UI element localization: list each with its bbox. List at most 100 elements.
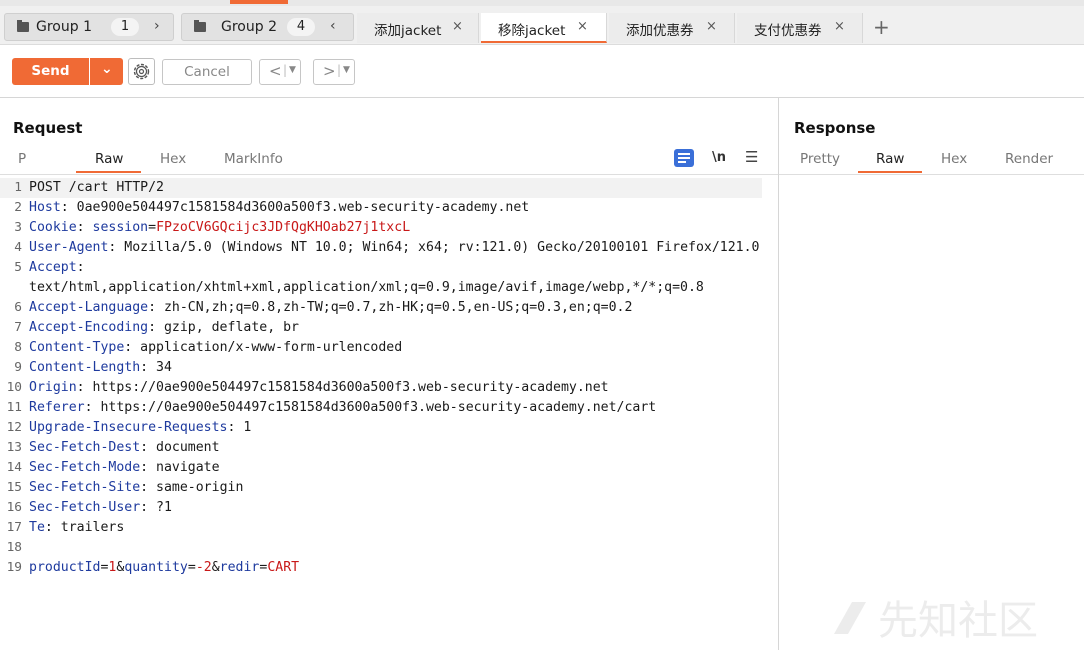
- group-label: Group 1: [36, 19, 92, 35]
- history-forward-button[interactable]: > | ▼: [313, 59, 355, 85]
- divider: [779, 174, 1084, 175]
- header-value: text/html,application/xhtml+xml,applicat…: [29, 280, 704, 295]
- top-accent-marker: [230, 0, 288, 4]
- watermark-text: 先知社区: [878, 598, 1038, 644]
- tab-hex[interactable]: Hex: [941, 151, 967, 167]
- body-param-value: 1: [108, 560, 117, 575]
- header-name: Sec-Fetch-Dest: [29, 440, 141, 455]
- editor-line: 12 Upgrade-Insecure-Requests: 1: [0, 418, 762, 438]
- close-icon[interactable]: ×: [577, 19, 588, 34]
- line-number: 7: [14, 320, 22, 335]
- header-name: Accept: [29, 260, 77, 275]
- tab-markinfo[interactable]: MarkInfo: [224, 151, 283, 167]
- header-value: Mozilla/5.0 (Windows NT 10.0; Win64; x64…: [124, 240, 760, 255]
- newline-toggle-icon[interactable]: \n: [712, 150, 726, 165]
- editor-line: 16 Sec-Fetch-User: ?1: [0, 498, 762, 518]
- line-number: 2: [14, 200, 22, 215]
- header-name: Sec-Fetch-User: [29, 500, 141, 515]
- line-number: 12: [6, 420, 22, 435]
- body-param-value: -2: [195, 560, 212, 575]
- header-name: Origin: [29, 380, 77, 395]
- request-editor[interactable]: 1 POST /cart HTTP/2 2 Host: 0ae900e50449…: [0, 178, 762, 578]
- tab-raw[interactable]: Raw: [876, 151, 904, 167]
- line-number: 13: [6, 440, 22, 455]
- editor-line: 14 Sec-Fetch-Mode: navigate: [0, 458, 762, 478]
- line-number: 17: [6, 520, 22, 535]
- send-options-button[interactable]: ⌄: [90, 58, 123, 85]
- editor-line: 19 productId=1&quantity=-2&redir=CART: [0, 558, 762, 578]
- editor-line: 17 Te: trailers: [0, 518, 762, 538]
- close-icon[interactable]: ×: [834, 19, 845, 34]
- editor-line: 2 Host: 0ae900e504497c1581584d3600a500f3…: [0, 198, 762, 218]
- cancel-button[interactable]: Cancel: [162, 59, 252, 85]
- chevron-right-icon[interactable]: ›: [154, 18, 160, 34]
- tab-pretty[interactable]: Pretty: [800, 151, 840, 167]
- header-value: document: [156, 440, 220, 455]
- request-title: Request: [13, 119, 83, 137]
- tab-label: 支付优惠券: [754, 23, 822, 39]
- header-name: Content-Length: [29, 360, 141, 375]
- header-name: Host: [29, 200, 61, 215]
- header-name: Cookie: [29, 220, 77, 235]
- body-param-name: productId: [29, 560, 101, 575]
- line-number: 5: [14, 260, 22, 275]
- tab-group-2[interactable]: Group 2 4 ‹: [181, 13, 354, 41]
- cookie-name: session: [92, 220, 149, 235]
- group-label: Group 2: [221, 19, 277, 35]
- chevron-left-icon: <: [269, 62, 282, 80]
- line-number: 14: [6, 460, 22, 475]
- editor-line: 15 Sec-Fetch-Site: same-origin: [0, 478, 762, 498]
- line-number: 9: [14, 360, 22, 375]
- chevron-down-icon: ⌄: [101, 61, 113, 77]
- close-icon[interactable]: ×: [452, 19, 463, 34]
- tab-add-jacket[interactable]: 添加jacket ×: [357, 13, 479, 43]
- editor-line: 1 POST /cart HTTP/2: [0, 178, 762, 198]
- header-value: https://0ae900e504497c1581584d3600a500f3…: [92, 380, 609, 395]
- tab-raw[interactable]: Raw: [95, 151, 123, 167]
- editor-line: 3 Cookie: session=FPzoCV6GQcijc3JDfQgKHO…: [0, 218, 762, 238]
- tab-group-1[interactable]: Group 1 1 ›: [4, 13, 174, 41]
- header-name: Accept-Language: [29, 300, 149, 315]
- cookie-value: FPzoCV6GQcijc3JDfQgKHOab27j1txcL: [156, 220, 411, 235]
- active-tab-indicator: [76, 171, 141, 173]
- editor-line: 8 Content-Type: application/x-www-form-u…: [0, 338, 762, 358]
- tab-pay-coupon[interactable]: 支付优惠券 ×: [737, 13, 863, 43]
- editor-line: 18: [0, 538, 762, 558]
- history-back-button[interactable]: < | ▼: [259, 59, 301, 85]
- divider: |: [283, 63, 288, 77]
- tab-pretty[interactable]: P: [18, 151, 26, 167]
- menu-icon[interactable]: ☰: [745, 148, 758, 166]
- editor-line: 4 User-Agent: Mozilla/5.0 (Windows NT 10…: [0, 238, 762, 258]
- send-button[interactable]: Send: [12, 58, 89, 85]
- watermark-logo: [834, 602, 866, 634]
- header-name: User-Agent: [29, 240, 109, 255]
- tab-render[interactable]: Render: [1005, 151, 1053, 167]
- header-name: Sec-Fetch-Site: [29, 480, 141, 495]
- header-value: application/x-www-form-urlencoded: [140, 340, 403, 355]
- editor-line: 11 Referer: https://0ae900e504497c158158…: [0, 398, 762, 418]
- watermark: 先知社区: [830, 588, 1038, 646]
- folder-icon: [194, 20, 206, 32]
- header-value: 1: [243, 420, 252, 435]
- word-wrap-icon[interactable]: [674, 149, 694, 167]
- header-value: navigate: [156, 460, 220, 475]
- editor-line: 13 Sec-Fetch-Dest: document: [0, 438, 762, 458]
- line-number: 18: [6, 540, 22, 555]
- line-number: 6: [14, 300, 22, 315]
- editor-line: 10 Origin: https://0ae900e504497c1581584…: [0, 378, 762, 398]
- tab-add-coupon[interactable]: 添加优惠券 ×: [609, 13, 735, 43]
- settings-button[interactable]: [128, 58, 155, 85]
- add-tab-button[interactable]: +: [873, 15, 890, 39]
- editor-line: 6 Accept-Language: zh-CN,zh;q=0.8,zh-TW;…: [0, 298, 762, 318]
- line-number: 16: [6, 500, 22, 515]
- chevron-left-icon[interactable]: ‹: [330, 18, 336, 34]
- tab-hex[interactable]: Hex: [160, 151, 186, 167]
- header-name: Accept-Encoding: [29, 320, 149, 335]
- request-panel: Request P Raw Hex MarkInfo \n ☰ 1 POST /…: [0, 98, 779, 650]
- tab-label: 移除jacket: [498, 23, 566, 39]
- tab-remove-jacket[interactable]: 移除jacket ×: [481, 13, 607, 43]
- header-name: Sec-Fetch-Mode: [29, 460, 141, 475]
- line-number: 8: [14, 340, 22, 355]
- header-value: https://0ae900e504497c1581584d3600a500f3…: [100, 400, 657, 415]
- close-icon[interactable]: ×: [706, 19, 717, 34]
